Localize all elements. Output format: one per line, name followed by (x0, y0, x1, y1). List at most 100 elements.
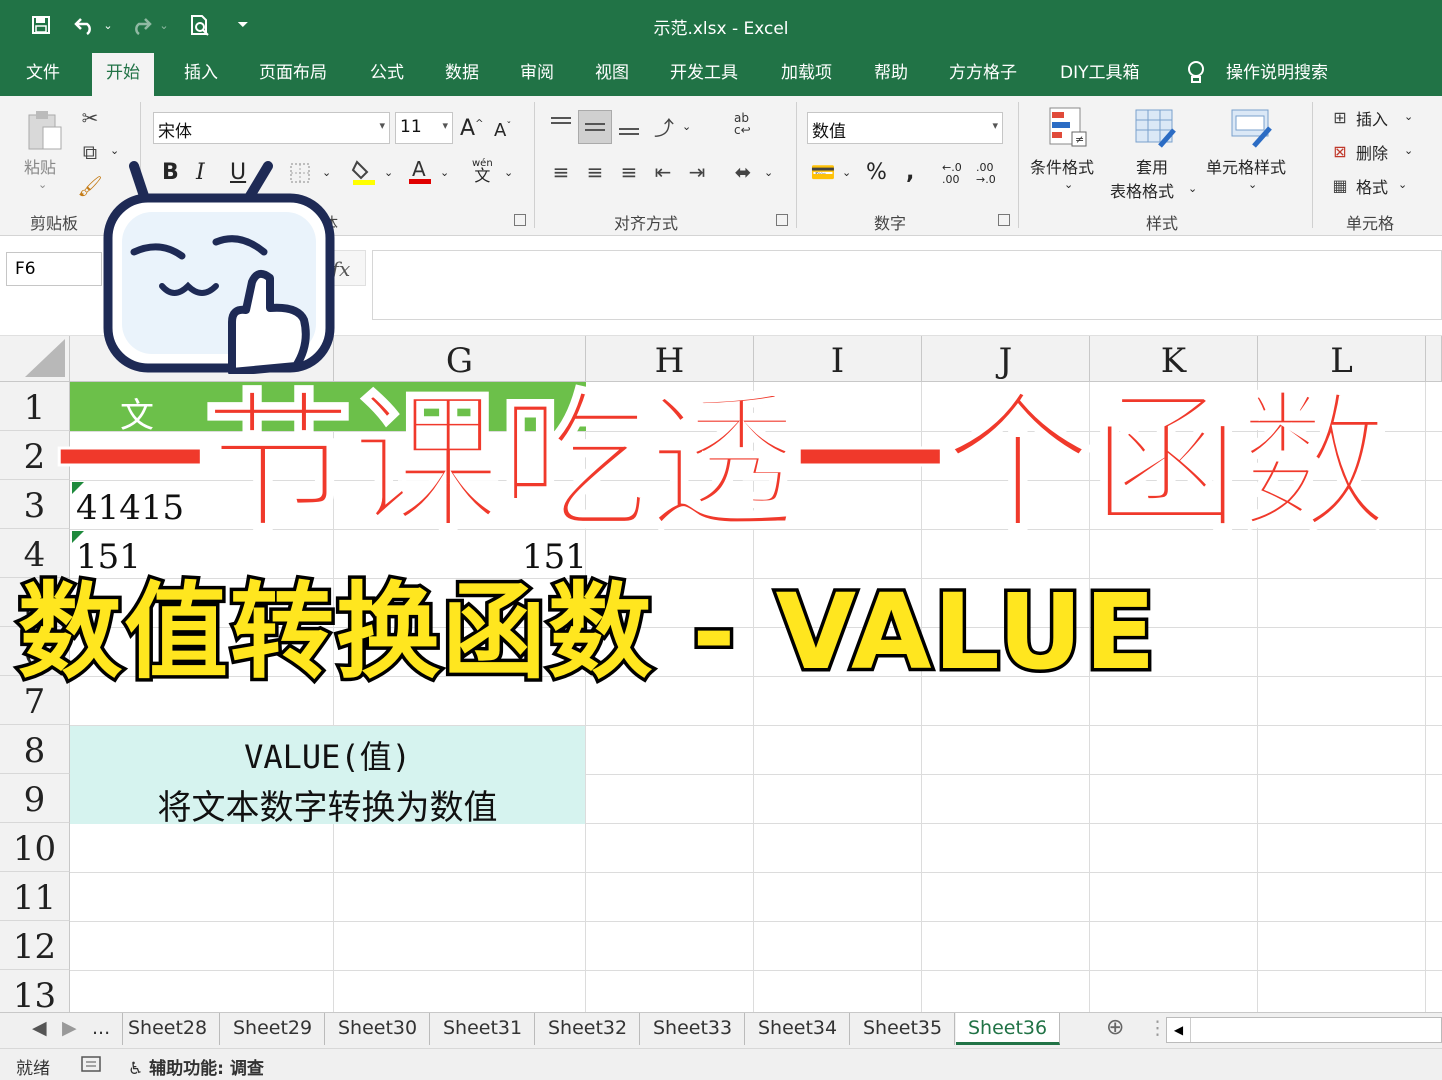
decrease-indent-icon[interactable]: ⇤ (648, 158, 678, 186)
fill-color-dropdown-icon[interactable]: ⌄ (384, 166, 393, 179)
row-header-13[interactable]: 13 (0, 970, 70, 1012)
format-as-table-label-1[interactable]: 套用 (1136, 154, 1168, 178)
macro-record-icon[interactable] (80, 1054, 102, 1074)
font-dialog-launcher-icon[interactable] (514, 214, 526, 226)
tab-help[interactable]: 帮助 (860, 50, 922, 96)
copy-dropdown-icon[interactable]: ⌄ (110, 144, 119, 157)
sheet-tab-33[interactable]: Sheet33 (641, 1013, 746, 1045)
column-header-h[interactable]: H (586, 336, 754, 382)
accounting-format-icon[interactable]: 💳 (808, 158, 838, 186)
decrease-decimal-icon[interactable]: .00 →.0 (976, 162, 996, 186)
insert-cells-label[interactable]: 插入 (1356, 106, 1388, 130)
font-size-select[interactable]: 11 ▾ (395, 112, 453, 144)
phonetic-dropdown-icon[interactable]: ⌄ (504, 166, 513, 179)
sheet-tab-30[interactable]: Sheet30 (326, 1013, 431, 1045)
orientation-dropdown-icon[interactable]: ⌄ (682, 120, 691, 133)
column-header-i[interactable]: I (754, 336, 922, 382)
align-left-icon[interactable]: ≡ (546, 158, 576, 186)
delete-cells-dropdown-icon[interactable]: ⌄ (1404, 144, 1413, 157)
select-all-corner[interactable] (0, 336, 70, 382)
tab-data[interactable]: 数据 (431, 50, 493, 96)
sheet-tab-32[interactable]: Sheet32 (536, 1013, 641, 1045)
tab-addins[interactable]: 加载项 (767, 50, 846, 96)
tab-diy-toolbox[interactable]: DIY工具箱 (1046, 50, 1154, 96)
phonetic-icon[interactable]: wén 文 (472, 158, 493, 185)
delete-cells-icon[interactable]: ⊠ (1328, 140, 1352, 162)
comma-style-icon[interactable]: , (906, 160, 914, 185)
name-box[interactable]: F6 (6, 252, 102, 286)
conditional-formatting-dropdown-icon[interactable]: ⌄ (1064, 178, 1073, 191)
horizontal-scrollbar[interactable]: ◀ (1166, 1017, 1442, 1043)
number-format-select[interactable]: 数值 ▾ (807, 112, 1003, 144)
scroll-left-arrow-icon[interactable]: ◀ (1167, 1018, 1191, 1042)
insert-cells-dropdown-icon[interactable]: ⌄ (1404, 110, 1413, 123)
sheet-tab-29[interactable]: Sheet29 (221, 1013, 326, 1045)
tell-me-search[interactable]: 操作说明搜索 (1226, 50, 1328, 96)
sheet-tab-31[interactable]: Sheet31 (431, 1013, 536, 1045)
column-header-l[interactable]: L (1258, 336, 1426, 382)
column-header-j[interactable]: J (922, 336, 1090, 382)
insert-cells-icon[interactable]: ⊞ (1328, 106, 1352, 128)
accessibility-status[interactable]: ♿ 辅助功能: 调查 (128, 1054, 264, 1079)
paste-dropdown-icon[interactable]: ⌄ (38, 178, 47, 191)
tab-developer[interactable]: 开发工具 (656, 50, 752, 96)
paste-icon[interactable] (22, 108, 68, 154)
format-cells-icon[interactable]: ▦ (1328, 174, 1352, 196)
row-header-8[interactable]: 8 (0, 725, 70, 774)
tab-page-layout[interactable]: 页面布局 (245, 50, 341, 96)
format-as-table-icon[interactable] (1132, 104, 1180, 152)
sheet-tab-36[interactable]: Sheet36 (956, 1013, 1060, 1045)
align-bottom-icon[interactable] (614, 112, 644, 142)
column-header-k[interactable]: K (1090, 336, 1258, 382)
conditional-formatting-label[interactable]: 条件格式 (1030, 154, 1094, 178)
increase-font-icon[interactable]: A^ (460, 116, 483, 141)
copy-icon[interactable]: ⧉ (78, 140, 102, 164)
format-painter-icon[interactable]: 🖌 (77, 174, 102, 198)
accounting-dropdown-icon[interactable]: ⌄ (842, 166, 851, 179)
percent-icon[interactable]: % (866, 160, 887, 185)
tab-file[interactable]: 文件 (12, 50, 74, 96)
column-header-m[interactable] (1426, 336, 1442, 382)
sheet-tab-28[interactable]: Sheet28 (116, 1013, 221, 1045)
alignment-dialog-launcher-icon[interactable] (776, 214, 788, 226)
tab-fangfang[interactable]: 方方格子 (935, 50, 1031, 96)
align-center-icon[interactable]: ≡ (580, 158, 610, 186)
orientation-icon[interactable]: ⤴ (650, 112, 678, 140)
row-header-12[interactable]: 12 (0, 921, 70, 970)
cut-icon[interactable]: ✂ (78, 106, 102, 130)
format-cells-label[interactable]: 格式 (1356, 174, 1388, 198)
format-as-table-dropdown-icon[interactable]: ⌄ (1188, 182, 1197, 195)
merge-dropdown-icon[interactable]: ⌄ (764, 166, 773, 179)
add-sheet-icon[interactable]: ⊕ (1094, 1013, 1136, 1045)
cell-styles-label[interactable]: 单元格样式 (1206, 154, 1286, 178)
number-dialog-launcher-icon[interactable] (998, 214, 1010, 226)
formula-input[interactable] (372, 250, 1442, 320)
row-header-11[interactable]: 11 (0, 872, 70, 921)
row-header-10[interactable]: 10 (0, 823, 70, 872)
paste-label[interactable]: 粘贴 (24, 154, 56, 178)
delete-cells-label[interactable]: 删除 (1356, 140, 1388, 164)
font-color-icon[interactable]: A (406, 156, 434, 186)
tab-review[interactable]: 审阅 (506, 50, 568, 96)
tab-home[interactable]: 开始 (92, 53, 154, 96)
sheet-tab-35[interactable]: Sheet35 (851, 1013, 956, 1045)
merge-center-icon[interactable]: ⬌ (728, 158, 758, 186)
conditional-formatting-icon[interactable]: ≠ (1046, 104, 1090, 152)
tab-insert[interactable]: 插入 (170, 50, 232, 96)
column-header-g[interactable]: G (334, 336, 586, 382)
font-name-select[interactable]: 宋体 ▾ (153, 112, 390, 144)
tab-formulas[interactable]: 公式 (356, 50, 418, 96)
wrap-text-icon[interactable]: ab c↩ (734, 112, 751, 136)
align-top-icon[interactable] (546, 110, 576, 140)
font-color-dropdown-icon[interactable]: ⌄ (440, 166, 449, 179)
fill-color-icon[interactable] (350, 158, 378, 186)
increase-indent-icon[interactable]: ⇥ (682, 158, 712, 186)
cell-styles-icon[interactable] (1228, 104, 1276, 152)
increase-decimal-icon[interactable]: ←.0.00 (942, 162, 962, 186)
align-right-icon[interactable]: ≡ (614, 158, 644, 186)
align-middle-icon[interactable] (578, 110, 612, 144)
cell-styles-dropdown-icon[interactable]: ⌄ (1248, 178, 1257, 191)
row-header-9[interactable]: 9 (0, 774, 70, 823)
tab-view[interactable]: 视图 (581, 50, 643, 96)
decrease-font-icon[interactable]: Aˇ (494, 120, 511, 141)
